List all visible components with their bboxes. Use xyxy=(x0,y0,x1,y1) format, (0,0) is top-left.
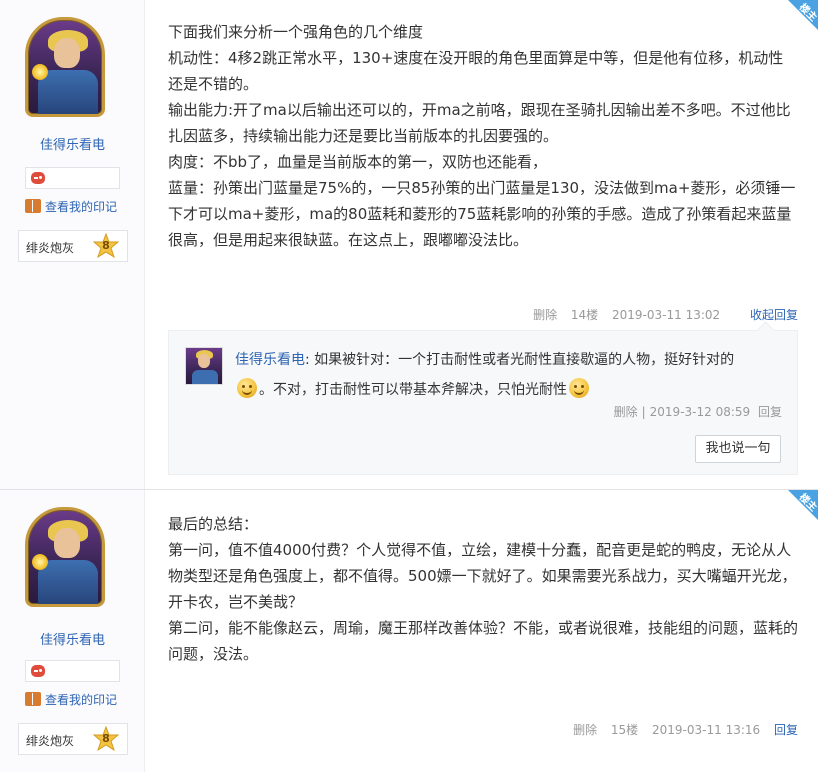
floor-number: 14楼 xyxy=(570,308,599,322)
level-number: 8 xyxy=(102,732,110,745)
author-sidebar: 佳得乐看电 查看我的印记 绯炎炮灰 8 xyxy=(0,0,145,489)
post-floor-14: 佳得乐看电 查看我的印记 绯炎炮灰 8 楼主 下面我们来分析一个强角色的几个维度… xyxy=(0,0,818,490)
post-content: 最后的总结： 第一问，值不值4000付费？个人觉得不值，立绘，建模十分蠢，配音更… xyxy=(168,511,798,667)
author-username[interactable]: 佳得乐看电 xyxy=(0,629,145,648)
author-avatar[interactable] xyxy=(25,17,105,117)
post-tail: 删除 14楼 2019-03-11 13:02 收起回复 xyxy=(523,306,798,323)
level-number: 8 xyxy=(102,239,110,252)
game-badge-box[interactable] xyxy=(25,167,120,189)
level-name: 绯炎炮灰 xyxy=(26,241,75,255)
level-badge[interactable]: 绯炎炮灰 8 xyxy=(18,230,128,262)
post-paragraph: 最后的总结： xyxy=(168,515,259,533)
reply-time: 2019-3-12 08:59 xyxy=(649,405,751,419)
post-floor-15: 佳得乐看电 查看我的印记 绯炎炮灰 8 楼主 最后的总结： 第一问，值不值400… xyxy=(0,490,818,772)
reply-username[interactable]: 佳得乐看电 xyxy=(235,352,305,368)
post-content: 下面我们来分析一个强角色的几个维度 机动性：4移2跳正常水平，130+速度在没开… xyxy=(168,19,798,253)
game-badge-box[interactable] xyxy=(25,660,120,682)
post-tail: 删除 15楼 2019-03-11 13:16 回复 xyxy=(563,721,798,738)
reply-avatar[interactable] xyxy=(185,347,223,385)
reply-body-2: 。不对，打击耐性可以带基本斧解决，只怕光耐性 xyxy=(259,382,567,398)
reply-delete-link[interactable]: 删除 xyxy=(614,405,638,419)
post-paragraph: 蓝量：孙策出门蓝量是75%的，一只85孙策的出门蓝量是130，没法做到ma+菱形… xyxy=(168,179,796,249)
post-paragraph: 下面我们来分析一个强角色的几个维度 xyxy=(168,23,424,41)
gamepad-icon xyxy=(31,665,45,677)
smiley-emoji-icon xyxy=(237,378,257,398)
collapse-reply-link[interactable]: 收起回复 xyxy=(750,308,798,322)
reply-meta: 删除 | 2019-3-12 08:59 回复 xyxy=(613,405,782,419)
author-username[interactable]: 佳得乐看电 xyxy=(0,134,145,153)
delete-link[interactable]: 删除 xyxy=(573,723,597,737)
reply-reply-link[interactable]: 回复 xyxy=(758,405,782,419)
view-mark-link[interactable]: 查看我的印记 xyxy=(25,691,117,709)
post-paragraph: 肉度：不bb了，血量是当前版本的第一，双防也还能看， xyxy=(168,153,548,171)
book-icon xyxy=(25,692,41,706)
post-paragraph: 输出能力:开了ma以后输出还可以的，开ma之前咯，跟现在圣骑扎因输出差不多吧。不… xyxy=(168,101,791,145)
post-paragraph: 第二问，能不能像赵云，周瑜，魔王那样改善体验？不能，或者说很难，技能组的问题，蓝… xyxy=(168,619,799,663)
author-avatar[interactable] xyxy=(25,507,105,607)
delete-link[interactable]: 删除 xyxy=(533,308,557,322)
reply-area: 佳得乐看电: 如果被针对：一个打击耐性或者光耐性直接歇逼的人物，挺好针对的 。不… xyxy=(168,330,798,475)
reply-link[interactable]: 回复 xyxy=(774,723,798,737)
book-icon xyxy=(25,199,41,213)
post-time: 2019-03-11 13:02 xyxy=(612,308,721,322)
gamepad-icon xyxy=(31,172,45,184)
level-star-icon: 8 xyxy=(92,725,120,752)
reply-text: 佳得乐看电: 如果被针对：一个打击耐性或者光耐性直接歇逼的人物，挺好针对的 。不… xyxy=(235,352,735,398)
view-mark-link[interactable]: 查看我的印记 xyxy=(25,198,117,216)
post-paragraph: 机动性：4移2跳正常水平，130+速度在没开眼的角色里面算是中等，但是他有位移，… xyxy=(168,49,784,93)
level-name: 绯炎炮灰 xyxy=(26,734,75,748)
post-paragraph: 第一问，值不值4000付费？个人觉得不值，立绘，建模十分蠢，配音更是蛇的鸭皮，无… xyxy=(168,541,797,611)
reply-body-1: 如果被针对：一个打击耐性或者光耐性直接歇逼的人物，挺好针对的 xyxy=(314,352,735,368)
level-star-icon: 8 xyxy=(92,232,120,259)
floor-number: 15楼 xyxy=(610,723,639,737)
author-sidebar: 佳得乐看电 查看我的印记 绯炎炮灰 8 xyxy=(0,490,145,772)
post-time: 2019-03-11 13:16 xyxy=(652,723,761,737)
smiley-emoji-icon xyxy=(569,378,589,398)
say-something-button[interactable]: 我也说一句 xyxy=(695,435,781,463)
level-badge[interactable]: 绯炎炮灰 8 xyxy=(18,723,128,755)
